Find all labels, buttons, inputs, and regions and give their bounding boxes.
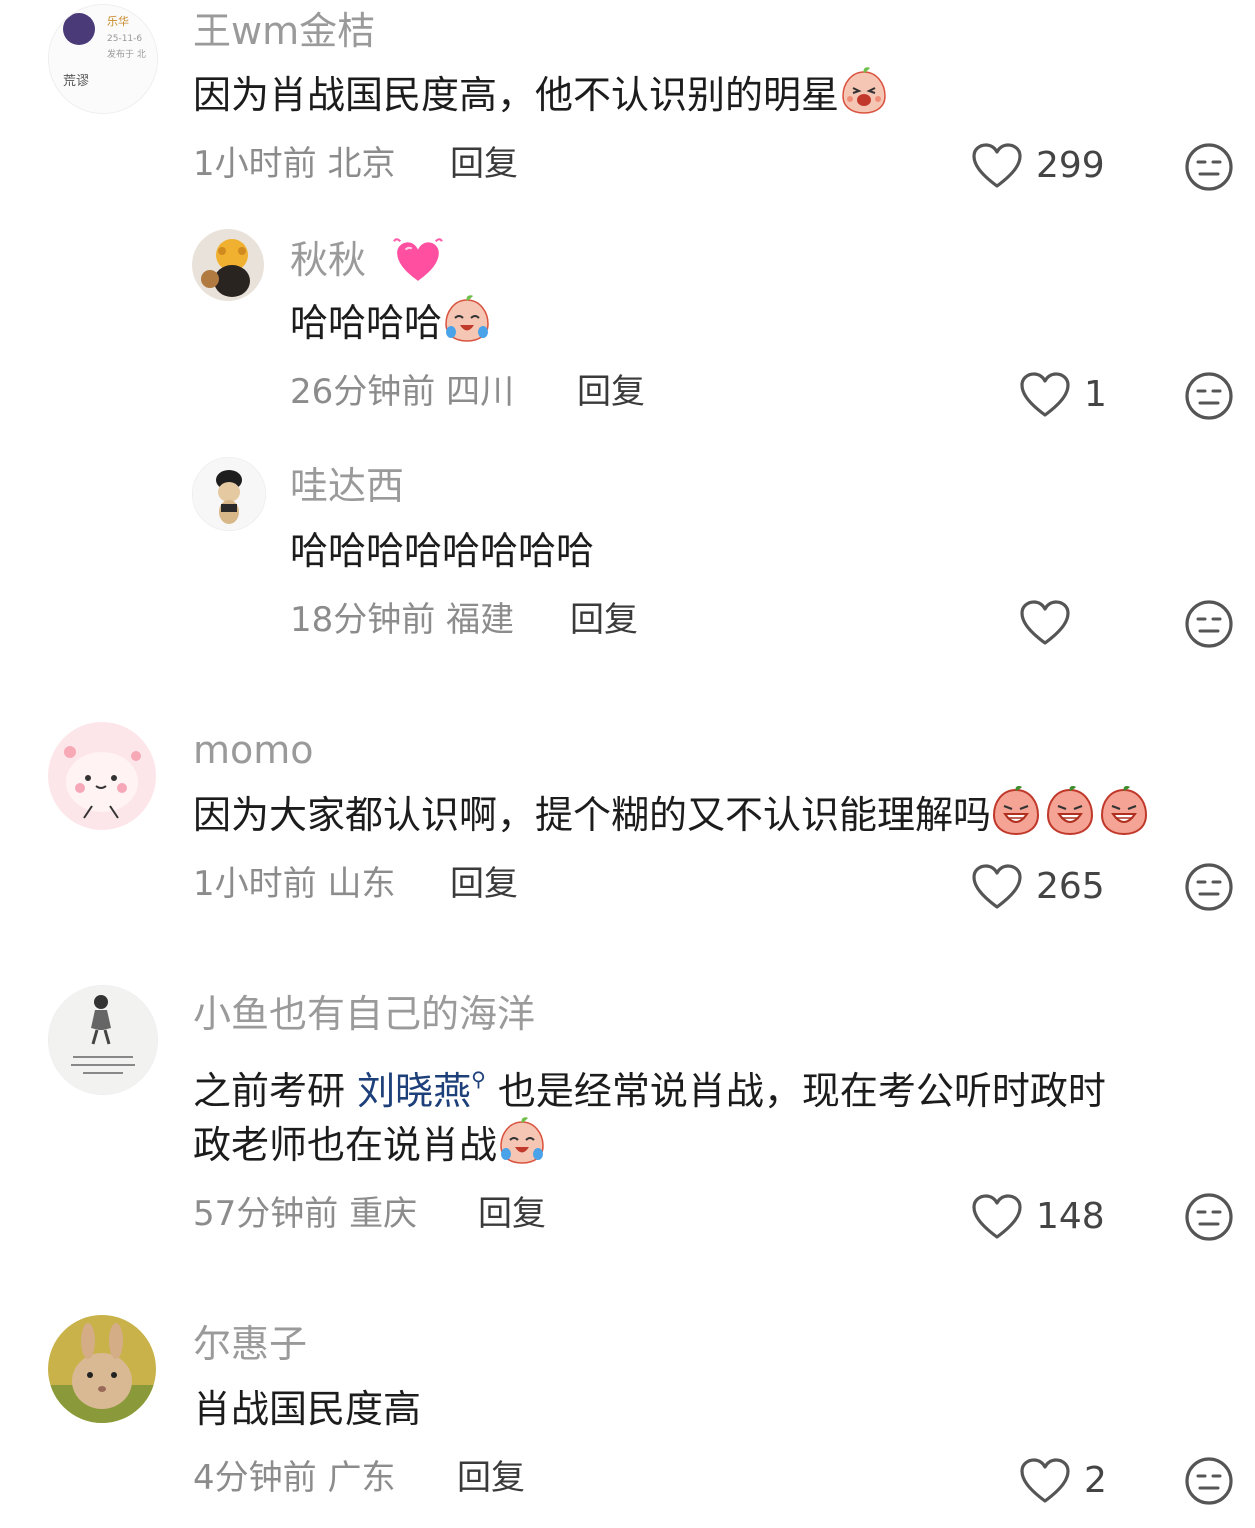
comment-location: 广东 bbox=[327, 1458, 396, 1498]
avatar[interactable] bbox=[48, 722, 156, 830]
comment-author[interactable]: 王wm金桔 bbox=[193, 8, 375, 54]
comment-text: 因为肖战国民度高，他不认识别的明星 bbox=[193, 62, 889, 128]
comment-text-body: 肖战国民度高 bbox=[193, 1387, 422, 1431]
peach-crying-emoji-icon bbox=[442, 294, 492, 344]
peach-screaming-emoji-icon bbox=[1099, 786, 1149, 836]
like-count: 148 bbox=[1036, 1196, 1105, 1237]
comment-location: 山东 bbox=[327, 864, 396, 904]
comment-text-body: 哈哈哈哈哈哈哈哈 bbox=[290, 529, 595, 573]
avatar[interactable]: 乐华 25-11-6 发布于 北 荒谬 bbox=[48, 4, 158, 114]
avatar[interactable] bbox=[48, 985, 158, 1095]
comment-author[interactable]: momo bbox=[193, 727, 314, 773]
reply-button[interactable]: 回复 bbox=[577, 370, 645, 414]
comment-text-body: 政老师也在说肖战 bbox=[193, 1123, 498, 1167]
svg-text:乐华: 乐华 bbox=[107, 14, 129, 28]
heart-outline-icon bbox=[972, 864, 1022, 910]
avatar[interactable] bbox=[192, 457, 266, 531]
heart-outline-icon bbox=[1020, 1458, 1070, 1504]
peach-screaming-emoji-icon bbox=[1045, 786, 1095, 836]
peach-laughing-emoji-icon bbox=[839, 66, 889, 116]
comment-text: 肖战国民度高 bbox=[193, 1376, 421, 1442]
peach-crying-emoji-icon bbox=[497, 1116, 547, 1166]
svg-text:25-11-6: 25-11-6 bbox=[107, 34, 142, 44]
comment-text: 哈哈哈哈哈哈哈哈 bbox=[290, 518, 594, 584]
comment-time: 4分钟前 bbox=[193, 1458, 317, 1498]
comment-text: 哈哈哈哈 bbox=[290, 290, 492, 356]
comment-text-body: 因为大家都认识啊，提个糊的又不认识能理解吗 bbox=[193, 793, 992, 837]
reply-button[interactable]: 回复 bbox=[570, 598, 638, 642]
like-button[interactable] bbox=[1020, 600, 1084, 646]
heart-outline-icon bbox=[972, 143, 1022, 189]
comment-location: 北京 bbox=[327, 144, 396, 184]
search-mention-link[interactable]: 刘晓燕⚲ bbox=[357, 1067, 486, 1113]
comment-meta: 4分钟前 广东 bbox=[193, 1456, 395, 1500]
comment-text-before: 之前考研 bbox=[193, 1069, 358, 1113]
comment-text-line2: 政老师也在说肖战 bbox=[193, 1112, 547, 1178]
neutral-face-icon[interactable] bbox=[1184, 862, 1234, 912]
comment-location: 福建 bbox=[446, 600, 515, 640]
reply-button[interactable]: 回复 bbox=[478, 1192, 546, 1236]
like-button[interactable]: 148 bbox=[972, 1194, 1105, 1240]
comment-text-body: 因为肖战国民度高，他不认识别的明星 bbox=[193, 73, 840, 117]
comment-text-body: 哈哈哈哈 bbox=[290, 301, 443, 345]
like-count: 1 bbox=[1084, 374, 1107, 415]
heart-outline-icon bbox=[1020, 372, 1070, 418]
peach-screaming-emoji-icon bbox=[991, 786, 1041, 836]
comment-meta: 1小时前 山东 bbox=[193, 862, 395, 906]
reply-button[interactable]: 回复 bbox=[450, 862, 518, 906]
like-count: 265 bbox=[1036, 866, 1105, 907]
avatar[interactable] bbox=[192, 229, 264, 301]
comment-author[interactable]: 秋秋 bbox=[290, 235, 444, 283]
neutral-face-icon[interactable] bbox=[1184, 142, 1234, 192]
like-button[interactable]: 2 bbox=[1020, 1458, 1107, 1504]
comment-time: 26分钟前 bbox=[290, 372, 436, 412]
neutral-face-icon[interactable] bbox=[1184, 1192, 1234, 1242]
pink-heart-emoji-icon bbox=[392, 235, 444, 283]
search-icon: ⚲ bbox=[471, 1067, 486, 1091]
neutral-face-icon[interactable] bbox=[1184, 599, 1234, 649]
like-button[interactable]: 299 bbox=[972, 143, 1105, 189]
like-button[interactable]: 265 bbox=[972, 864, 1105, 910]
svg-text:荒谬: 荒谬 bbox=[63, 74, 89, 89]
comment-author[interactable]: 尔惠子 bbox=[193, 1321, 307, 1367]
comment-author[interactable]: 小鱼也有自己的海洋 bbox=[193, 991, 535, 1037]
comment-location: 四川 bbox=[446, 372, 515, 412]
like-button[interactable]: 1 bbox=[1020, 372, 1107, 418]
comment-time: 18分钟前 bbox=[290, 600, 436, 640]
neutral-face-icon[interactable] bbox=[1184, 1456, 1234, 1506]
svg-text:发布于 北: 发布于 北 bbox=[107, 48, 146, 60]
comment-meta: 1小时前 北京 bbox=[193, 142, 395, 186]
reply-button[interactable]: 回复 bbox=[457, 1456, 525, 1500]
avatar[interactable] bbox=[48, 1315, 156, 1423]
comment-location: 重庆 bbox=[349, 1194, 418, 1234]
heart-outline-icon bbox=[1020, 600, 1070, 646]
comment-time: 57分钟前 bbox=[193, 1194, 339, 1234]
comment-text: 因为大家都认识啊，提个糊的又不认识能理解吗 bbox=[193, 782, 1149, 848]
comment-meta: 57分钟前 重庆 bbox=[193, 1192, 417, 1236]
reply-button[interactable]: 回复 bbox=[450, 142, 518, 186]
comment-time: 1小时前 bbox=[193, 864, 317, 904]
like-count: 299 bbox=[1036, 145, 1105, 186]
comment-text-after: 也是经常说肖战，现在考公听时政时 bbox=[485, 1069, 1106, 1113]
neutral-face-icon[interactable] bbox=[1184, 371, 1234, 421]
comment-author[interactable]: 哇达西 bbox=[290, 463, 404, 509]
comment-meta: 18分钟前 福建 bbox=[290, 598, 514, 642]
comment-meta: 26分钟前 四川 bbox=[290, 370, 514, 414]
like-count: 2 bbox=[1084, 1460, 1107, 1501]
heart-outline-icon bbox=[972, 1194, 1022, 1240]
comment-time: 1小时前 bbox=[193, 144, 317, 184]
